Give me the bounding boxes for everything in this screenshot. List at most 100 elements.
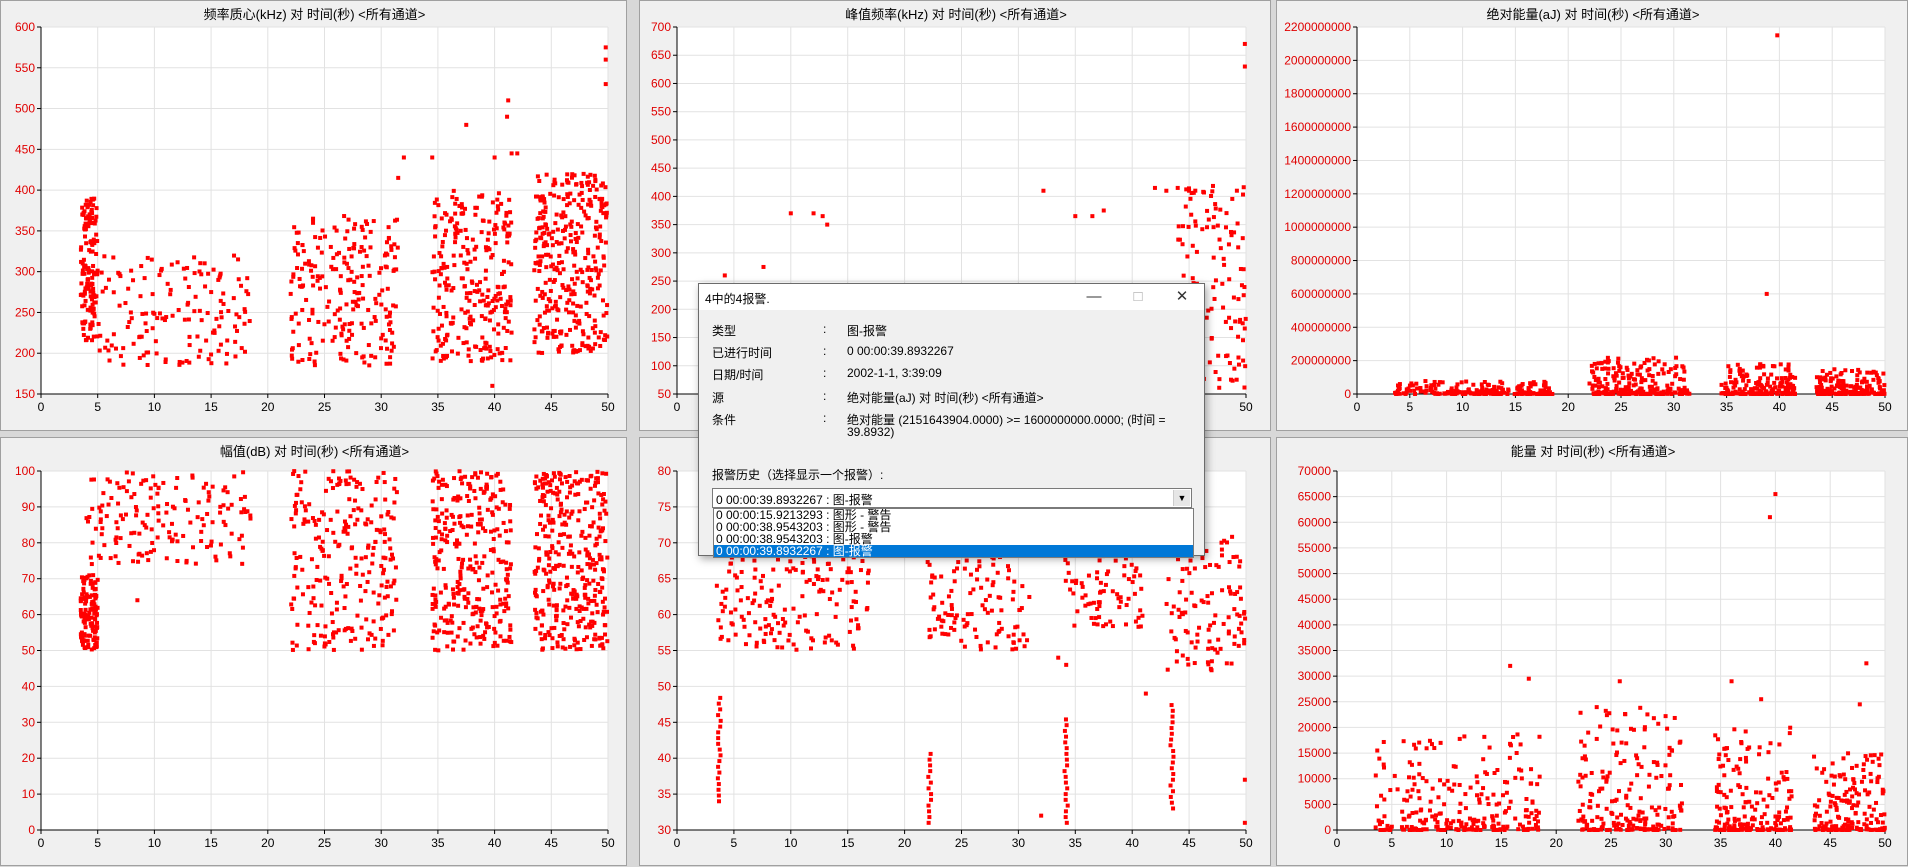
- data-point: [1232, 642, 1236, 646]
- data-point: [1438, 812, 1442, 816]
- data-point: [1521, 825, 1525, 829]
- data-point: [552, 194, 556, 198]
- data-point: [1841, 756, 1845, 760]
- data-point: [1424, 818, 1428, 822]
- data-point: [1543, 381, 1547, 385]
- data-point: [840, 578, 844, 582]
- data-point: [1402, 739, 1406, 743]
- data-point: [1762, 372, 1766, 376]
- data-point: [1477, 797, 1481, 801]
- data-point: [1586, 731, 1590, 735]
- data-point: [1624, 392, 1628, 396]
- data-point: [1124, 622, 1128, 626]
- data-point: [718, 696, 722, 700]
- data-point: [570, 565, 574, 569]
- data-point: [402, 155, 406, 159]
- data-point: [144, 312, 148, 316]
- data-point: [469, 359, 473, 363]
- data-point: [1457, 819, 1461, 823]
- data-point: [347, 337, 351, 341]
- data-point: [590, 524, 594, 528]
- y-tick-label: 100: [651, 359, 671, 373]
- data-point: [349, 639, 353, 643]
- data-point: [319, 634, 323, 638]
- data-point: [1666, 389, 1670, 393]
- data-point: [318, 545, 322, 549]
- data-point: [296, 241, 300, 245]
- data-point: [1636, 814, 1640, 818]
- data-point: [152, 506, 156, 510]
- data-point: [1132, 574, 1136, 578]
- data-point: [726, 638, 730, 642]
- data-point: [1793, 376, 1797, 380]
- data-point: [1870, 814, 1874, 818]
- data-point: [1777, 810, 1781, 814]
- data-point: [834, 615, 838, 619]
- data-point: [1011, 590, 1015, 594]
- data-point: [312, 640, 316, 644]
- data-point: [316, 246, 320, 250]
- data-point: [367, 570, 371, 574]
- data-point: [1191, 276, 1195, 280]
- data-point: [1235, 378, 1239, 382]
- data-point: [541, 209, 545, 213]
- data-point: [1848, 787, 1852, 791]
- y-tick-label: 40000: [1298, 618, 1332, 632]
- data-point: [84, 625, 88, 629]
- data-point: [507, 198, 511, 202]
- data-point: [290, 641, 294, 645]
- data-point: [465, 248, 469, 252]
- data-point: [830, 638, 834, 642]
- data-point: [1178, 590, 1182, 594]
- data-point: [1482, 817, 1486, 821]
- data-point: [1241, 338, 1245, 342]
- data-point: [338, 352, 342, 356]
- data-point: [1747, 379, 1751, 383]
- data-point: [449, 619, 453, 623]
- data-point: [1849, 392, 1853, 396]
- data-point: [565, 576, 569, 580]
- data-point: [1227, 585, 1231, 589]
- data-point: [603, 632, 607, 636]
- data-point: [331, 267, 335, 271]
- data-point: [1232, 607, 1236, 611]
- data-point: [1529, 781, 1533, 785]
- data-point: [965, 558, 969, 562]
- data-point: [334, 326, 338, 330]
- data-point: [394, 304, 398, 308]
- data-point: [291, 272, 295, 276]
- data-point: [593, 174, 597, 178]
- data-point: [1682, 365, 1686, 369]
- x-tick-label: 35: [1714, 836, 1728, 850]
- data-point: [1377, 819, 1381, 823]
- data-point: [534, 195, 538, 199]
- data-point: [132, 342, 136, 346]
- data-point: [453, 240, 457, 244]
- data-point: [819, 588, 823, 592]
- data-point: [1012, 633, 1016, 637]
- data-point: [502, 521, 506, 525]
- data-point: [499, 297, 503, 301]
- data-point: [192, 255, 196, 259]
- data-point: [508, 295, 512, 299]
- data-point: [812, 211, 816, 215]
- data-point: [475, 290, 479, 294]
- data-point: [563, 236, 567, 240]
- data-point: [1181, 654, 1185, 658]
- data-point: [472, 489, 476, 493]
- data-point: [463, 284, 467, 288]
- chart-svg: 频率质心(kHz) 对 时间(秒) <所有通道>1502002503003504…: [1, 1, 628, 432]
- data-point: [315, 565, 319, 569]
- x-tick-label: 40: [488, 400, 502, 414]
- data-point: [1450, 386, 1454, 390]
- data-point: [577, 550, 581, 554]
- x-tick-label: 25: [318, 836, 332, 850]
- data-point: [566, 284, 570, 288]
- data-point: [550, 544, 554, 548]
- data-point: [929, 752, 933, 756]
- data-point: [366, 517, 370, 521]
- data-point: [1068, 588, 1072, 592]
- data-point: [1210, 668, 1214, 672]
- data-point: [457, 557, 461, 561]
- data-point: [595, 542, 599, 546]
